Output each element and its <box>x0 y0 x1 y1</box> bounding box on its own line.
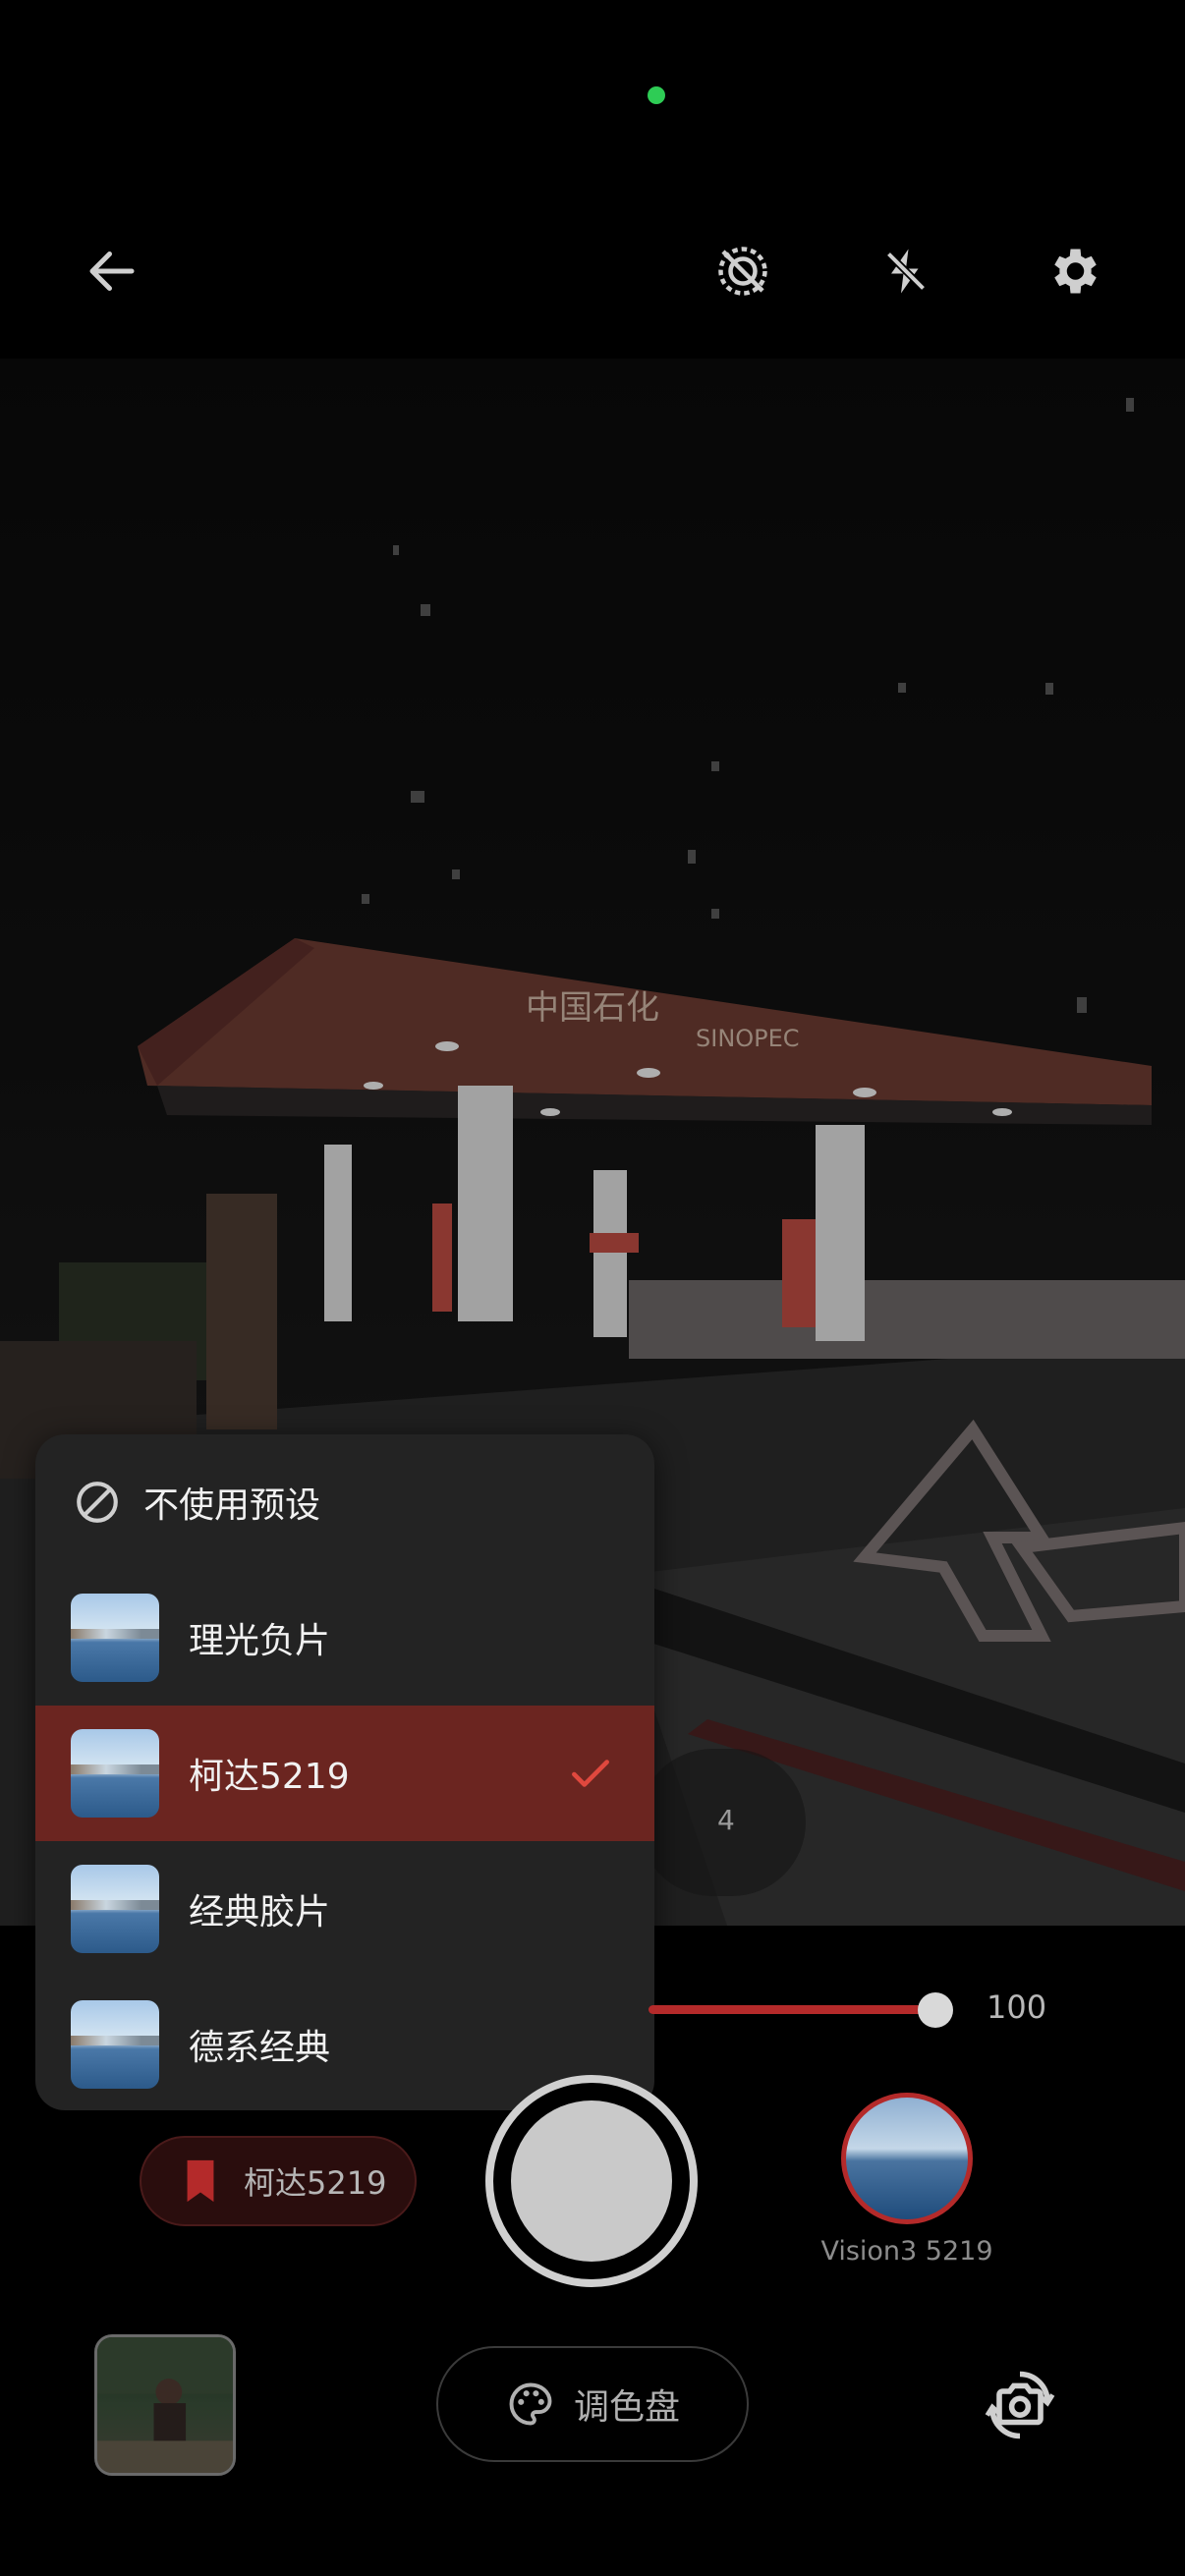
preset-thumbnail <box>71 1865 159 1953</box>
preset-thumbnail <box>71 2000 159 2089</box>
shutter-button-inner[interactable] <box>511 2100 672 2262</box>
menu-item-label: 德系经典 <box>189 2028 331 2068</box>
camera-flip-icon <box>985 2371 1055 2439</box>
settings-button[interactable] <box>1034 232 1112 310</box>
prohibit-icon <box>77 1482 118 1523</box>
gallery-thumbnail-button[interactable] <box>94 2334 236 2476</box>
preset-thumbnail <box>71 1729 159 1818</box>
active-preset-button[interactable]: 柯达5219 <box>140 2136 417 2226</box>
camera-active-indicator <box>648 86 665 104</box>
gallery-preview-image <box>97 2337 233 2473</box>
menu-item-label: 理光负片 <box>189 1621 331 1661</box>
flip-camera-button[interactable] <box>979 2364 1061 2446</box>
film-stock-thumbnail[interactable] <box>841 2093 973 2224</box>
arrow-left-icon <box>89 252 135 291</box>
menu-item-no-preset[interactable]: 不使用预设 <box>35 1434 654 1570</box>
flash-off-button[interactable] <box>867 232 945 310</box>
live-off-icon <box>718 247 767 296</box>
bookmark-icon <box>187 2159 214 2203</box>
checkmark-icon <box>572 1760 609 1787</box>
menu-item-ricoh-negative[interactable]: 理光负片 <box>35 1570 654 1706</box>
intensity-value: 100 <box>987 1988 1047 2026</box>
intensity-slider-track[interactable] <box>649 2005 935 2014</box>
active-preset-label: 柯达5219 <box>244 2164 387 2202</box>
preset-dropdown-menu: 不使用预设 理光负片 柯达5219 经典胶片 德系经典 <box>35 1434 654 2110</box>
menu-item-label: 经典胶片 <box>189 1892 331 1932</box>
back-button[interactable] <box>73 232 151 310</box>
gear-icon <box>1054 249 1097 294</box>
palette-button[interactable]: 调色盘 <box>436 2346 749 2462</box>
live-photo-off-button[interactable] <box>704 232 782 310</box>
film-stock-label: Vision3 5219 <box>820 2236 993 2267</box>
menu-item-classic-film[interactable]: 经典胶片 <box>35 1841 654 1977</box>
palette-button-label: 调色盘 <box>573 2387 680 2428</box>
flash-off-icon <box>885 249 927 294</box>
timer-counter-value: 4 <box>717 1804 735 1836</box>
menu-item-label: 不使用预设 <box>143 1485 321 1526</box>
intensity-slider-knob[interactable] <box>918 1992 953 2028</box>
palette-icon <box>509 2382 552 2426</box>
menu-item-label: 柯达5219 <box>189 1757 350 1797</box>
preset-thumbnail <box>71 1594 159 1682</box>
menu-item-kodak-5219[interactable]: 柯达5219 <box>35 1706 654 1841</box>
